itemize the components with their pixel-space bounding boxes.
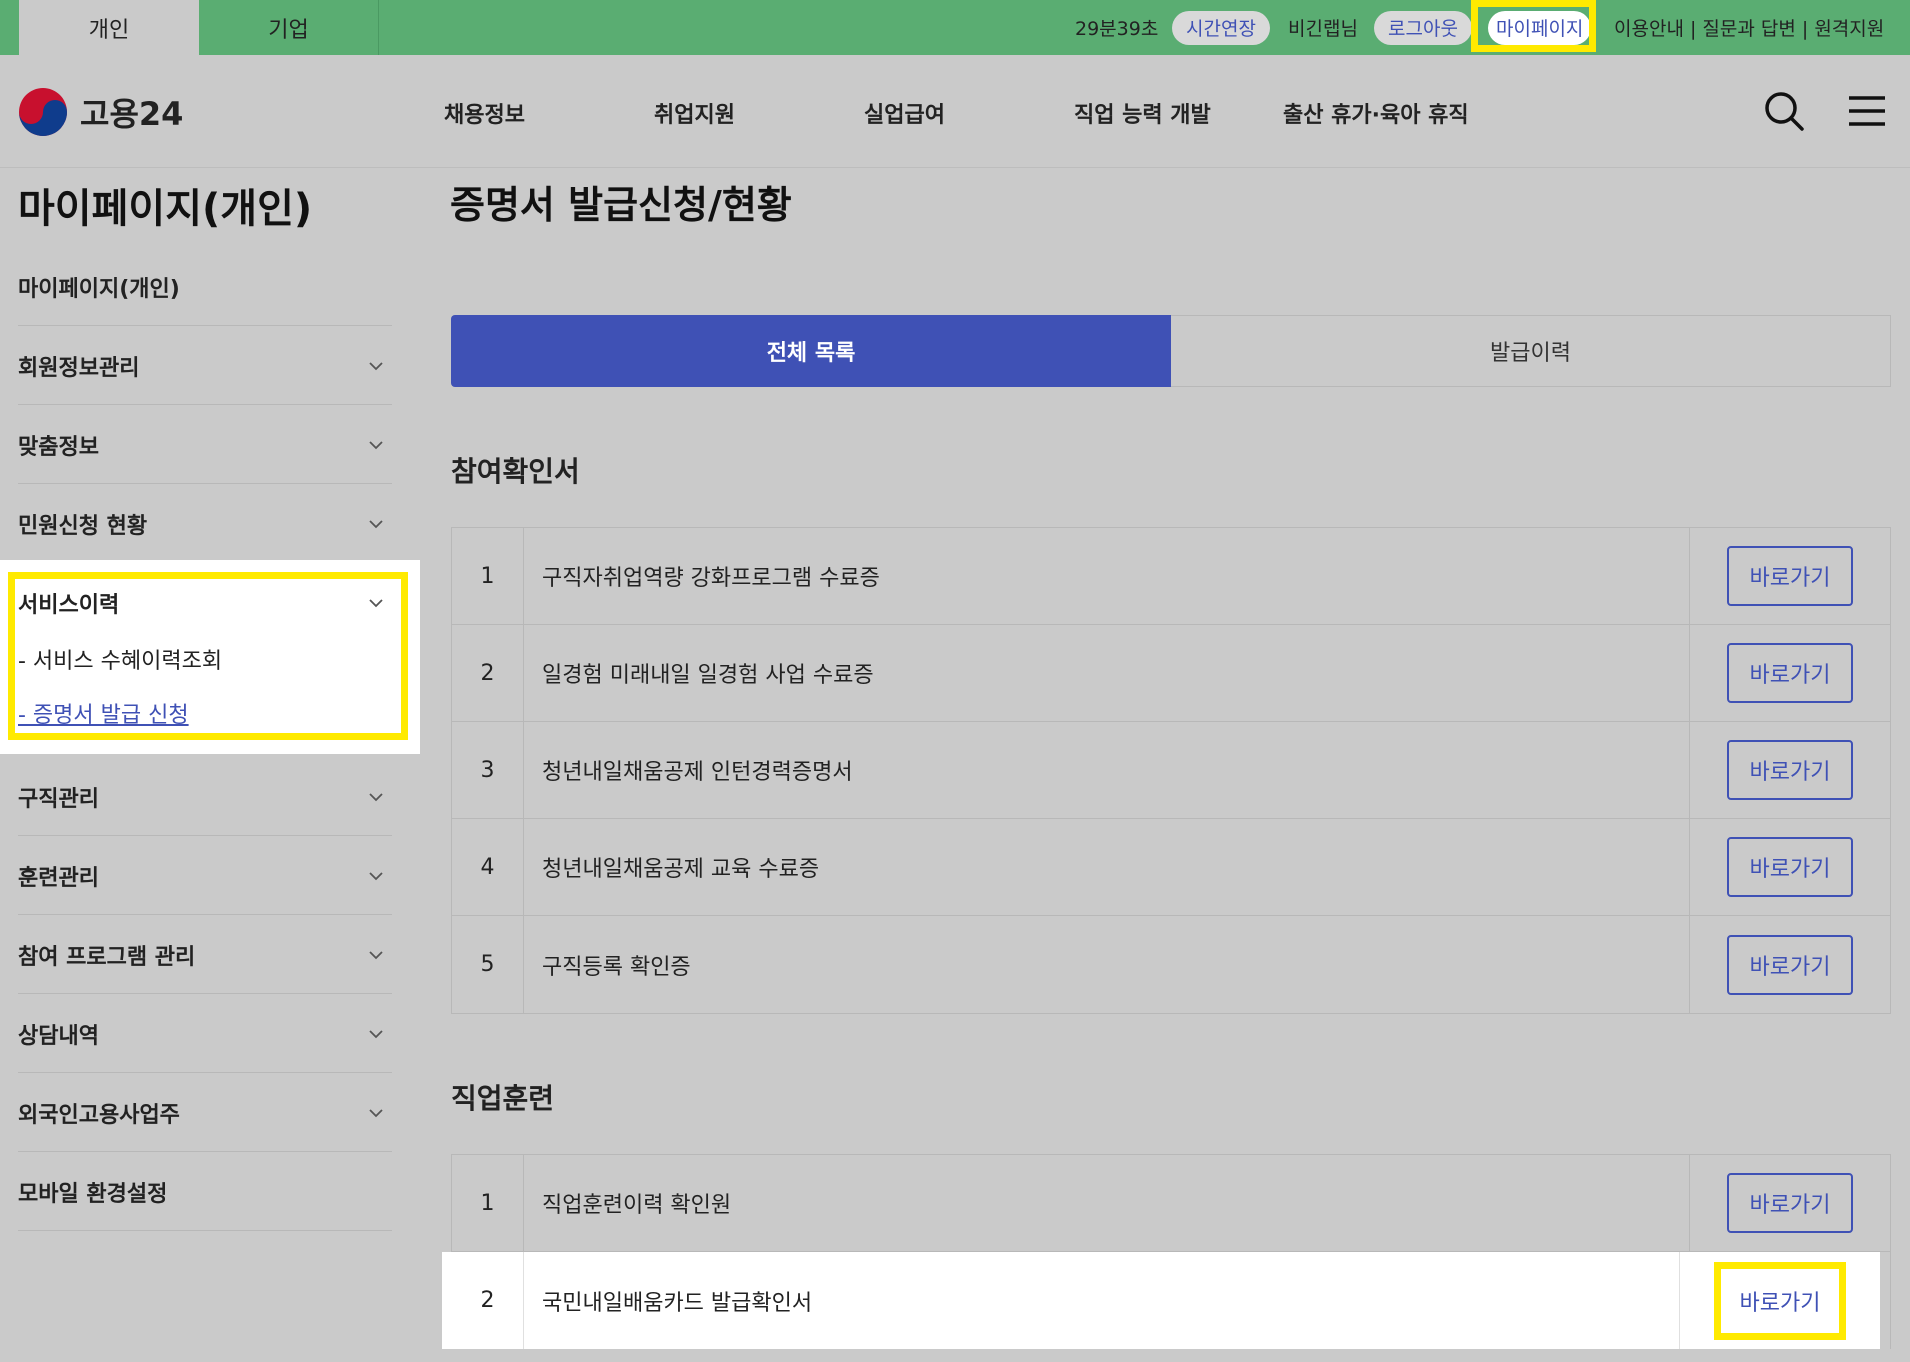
nav-unemployment-benefit[interactable]: 실업급여 xyxy=(864,97,945,129)
nav-job-info[interactable]: 채용정보 xyxy=(444,97,525,129)
logout-button[interactable]: 로그아웃 xyxy=(1374,10,1472,45)
go-button[interactable]: 바로가기 xyxy=(1727,1173,1853,1233)
nav-employment-support[interactable]: 취업지원 xyxy=(654,97,735,129)
row-number: 4 xyxy=(452,819,524,915)
sidebar-item-label: 서비스이력 xyxy=(18,593,120,618)
top-bar: 개인 기업 29분39초 시간연장 비긴랩님 로그아웃 마이페이지 이용안내 |… xyxy=(0,0,1910,55)
row-number: 1 xyxy=(452,528,524,624)
tab-issue-history[interactable]: 발급이력 xyxy=(1171,315,1891,387)
certificate-name: 청년내일채움공제 인턴경력증명서 xyxy=(524,722,1690,818)
certificate-name: 국민내일배움카드 발급확인서 xyxy=(524,1252,1680,1349)
table-row: 1 구직자취업역량 강화프로그램 수료증 바로가기 xyxy=(452,528,1890,625)
sidebar-item-training[interactable]: 훈련관리 xyxy=(18,837,392,915)
mypage-highlight xyxy=(1471,0,1596,52)
sidebar-item-job-search[interactable]: 구직관리 xyxy=(18,758,392,836)
row-number: 2 xyxy=(452,1252,524,1349)
sidebar-item-member-info[interactable]: 회원정보관리 xyxy=(18,327,392,405)
sidebar-title: 마이페이지(개인) xyxy=(18,186,313,232)
chevron-down-icon xyxy=(369,792,383,801)
chevron-down-icon xyxy=(369,519,383,528)
certificate-name: 청년내일채움공제 교육 수료증 xyxy=(524,819,1690,915)
site-header: 고용24 채용정보 취업지원 실업급여 직업 능력 개발 출산 휴가·육아 휴직 xyxy=(0,55,1910,168)
sidebar-item-mobile-settings[interactable]: 모바일 환경설정 xyxy=(18,1153,392,1231)
chevron-down-icon xyxy=(369,440,383,449)
participation-table: 1 구직자취업역량 강화프로그램 수료증 바로가기 2 일경험 미래내일 일경험… xyxy=(451,527,1891,1014)
go-button[interactable]: 바로가기 xyxy=(1727,837,1853,897)
go-button[interactable]: 바로가기 xyxy=(1727,546,1853,606)
go-button[interactable]: 바로가기 xyxy=(1727,934,1853,995)
table-row: 2 일경험 미래내일 일경험 사업 수료증 바로가기 xyxy=(452,625,1890,722)
row-number: 5 xyxy=(452,916,524,1013)
table-row: 3 청년내일채움공제 인턴경력증명서 바로가기 xyxy=(452,722,1890,819)
sidebar-item-label: 훈련관리 xyxy=(18,865,99,891)
tab-all-list[interactable]: 전체 목록 xyxy=(451,315,1171,387)
sidebar-item-civil-status[interactable]: 민원신청 현황 xyxy=(18,485,392,563)
nav-skill-development[interactable]: 직업 능력 개발 xyxy=(1074,97,1211,129)
chevron-down-icon xyxy=(369,950,383,959)
row-number: 1 xyxy=(452,1155,524,1251)
session-timer: 29분39초 xyxy=(1075,18,1159,40)
tab-company[interactable]: 기업 xyxy=(199,0,379,55)
row-number: 3 xyxy=(452,722,524,818)
tab-personal[interactable]: 개인 xyxy=(19,0,199,55)
search-icon[interactable] xyxy=(1762,89,1806,133)
section-title-vocational-training: 직업훈련 xyxy=(451,1082,555,1115)
user-name: 비긴랩님 xyxy=(1288,18,1358,40)
row-number: 2 xyxy=(452,625,524,721)
sidebar-sub-benefit-history[interactable]: - 서비스 수혜이력조회 xyxy=(18,643,222,675)
table-row: 4 청년내일채움공제 교육 수료증 바로가기 xyxy=(452,819,1890,916)
sidebar-item-consulting[interactable]: 상담내역 xyxy=(18,995,392,1073)
utility-links[interactable]: 이용안내 | 질문과 답변 | 원격지원 xyxy=(1614,0,1884,55)
chevron-down-icon xyxy=(369,361,383,370)
chevron-down-icon xyxy=(369,1029,383,1038)
sidebar-item-programs[interactable]: 참여 프로그램 관리 xyxy=(18,916,392,994)
extend-session-button[interactable]: 시간연장 xyxy=(1172,10,1270,45)
training-table: 1 직업훈련이력 확인원 바로가기 2 국민내일배움카드 발급확인서 바로가기 xyxy=(442,1154,1891,1349)
certificate-name: 구직자취업역량 강화프로그램 수료증 xyxy=(524,528,1690,624)
chevron-down-icon xyxy=(369,599,383,608)
sidebar-item-label: 참여 프로그램 관리 xyxy=(18,944,196,970)
sidebar-item-service-history[interactable]: 서비스이력 xyxy=(18,564,392,642)
go-button-highlight: 바로가기 xyxy=(1714,1261,1846,1340)
sidebar-item-label: 마이페이지(개인) xyxy=(18,276,180,302)
sidebar-item-label: 회원정보관리 xyxy=(18,355,140,381)
sidebar-item-label: 모바일 환경설정 xyxy=(18,1181,168,1207)
page-title: 증명서 발급신청/현황 xyxy=(450,183,792,227)
chevron-down-icon xyxy=(369,871,383,880)
sidebar-item-mypage[interactable]: 마이페이지(개인) xyxy=(18,248,392,326)
sidebar-sub-certificate-request[interactable]: - 증명서 발급 신청 xyxy=(18,697,189,729)
go-button[interactable]: 바로가기 xyxy=(1725,1273,1835,1329)
sidebar-item-custom-info[interactable]: 맞춤정보 xyxy=(18,406,392,484)
taegeuk-logo-icon xyxy=(19,88,67,136)
certificate-name: 직업훈련이력 확인원 xyxy=(524,1155,1690,1251)
table-row: 1 직업훈련이력 확인원 바로가기 xyxy=(452,1155,1890,1252)
section-title-participation: 참여확인서 xyxy=(451,455,580,488)
certificate-name: 일경험 미래내일 일경험 사업 수료증 xyxy=(524,625,1690,721)
sidebar-item-label: 구직관리 xyxy=(18,786,99,812)
logo-text: 고용24 xyxy=(80,95,184,133)
go-button[interactable]: 바로가기 xyxy=(1727,643,1853,703)
chevron-down-icon xyxy=(369,1108,383,1117)
sidebar-item-label: 상담내역 xyxy=(18,1023,99,1049)
menu-icon[interactable] xyxy=(1845,89,1889,133)
go-button[interactable]: 바로가기 xyxy=(1727,740,1853,800)
nav-parental-leave[interactable]: 출산 휴가·육아 휴직 xyxy=(1283,97,1469,129)
sidebar-item-label: 맞춤정보 xyxy=(18,434,99,460)
sidebar-item-foreign-employer[interactable]: 외국인고용사업주 xyxy=(18,1074,392,1152)
site-logo[interactable]: 고용24 xyxy=(18,87,183,137)
sidebar-item-label: 민원신청 현황 xyxy=(18,513,148,539)
certificate-name: 구직등록 확인증 xyxy=(524,916,1690,1013)
table-row: 5 구직등록 확인증 바로가기 xyxy=(452,916,1890,1013)
sidebar-item-label: 외국인고용사업주 xyxy=(18,1102,180,1128)
table-row-highlighted: 2 국민내일배움카드 발급확인서 바로가기 xyxy=(442,1252,1880,1349)
